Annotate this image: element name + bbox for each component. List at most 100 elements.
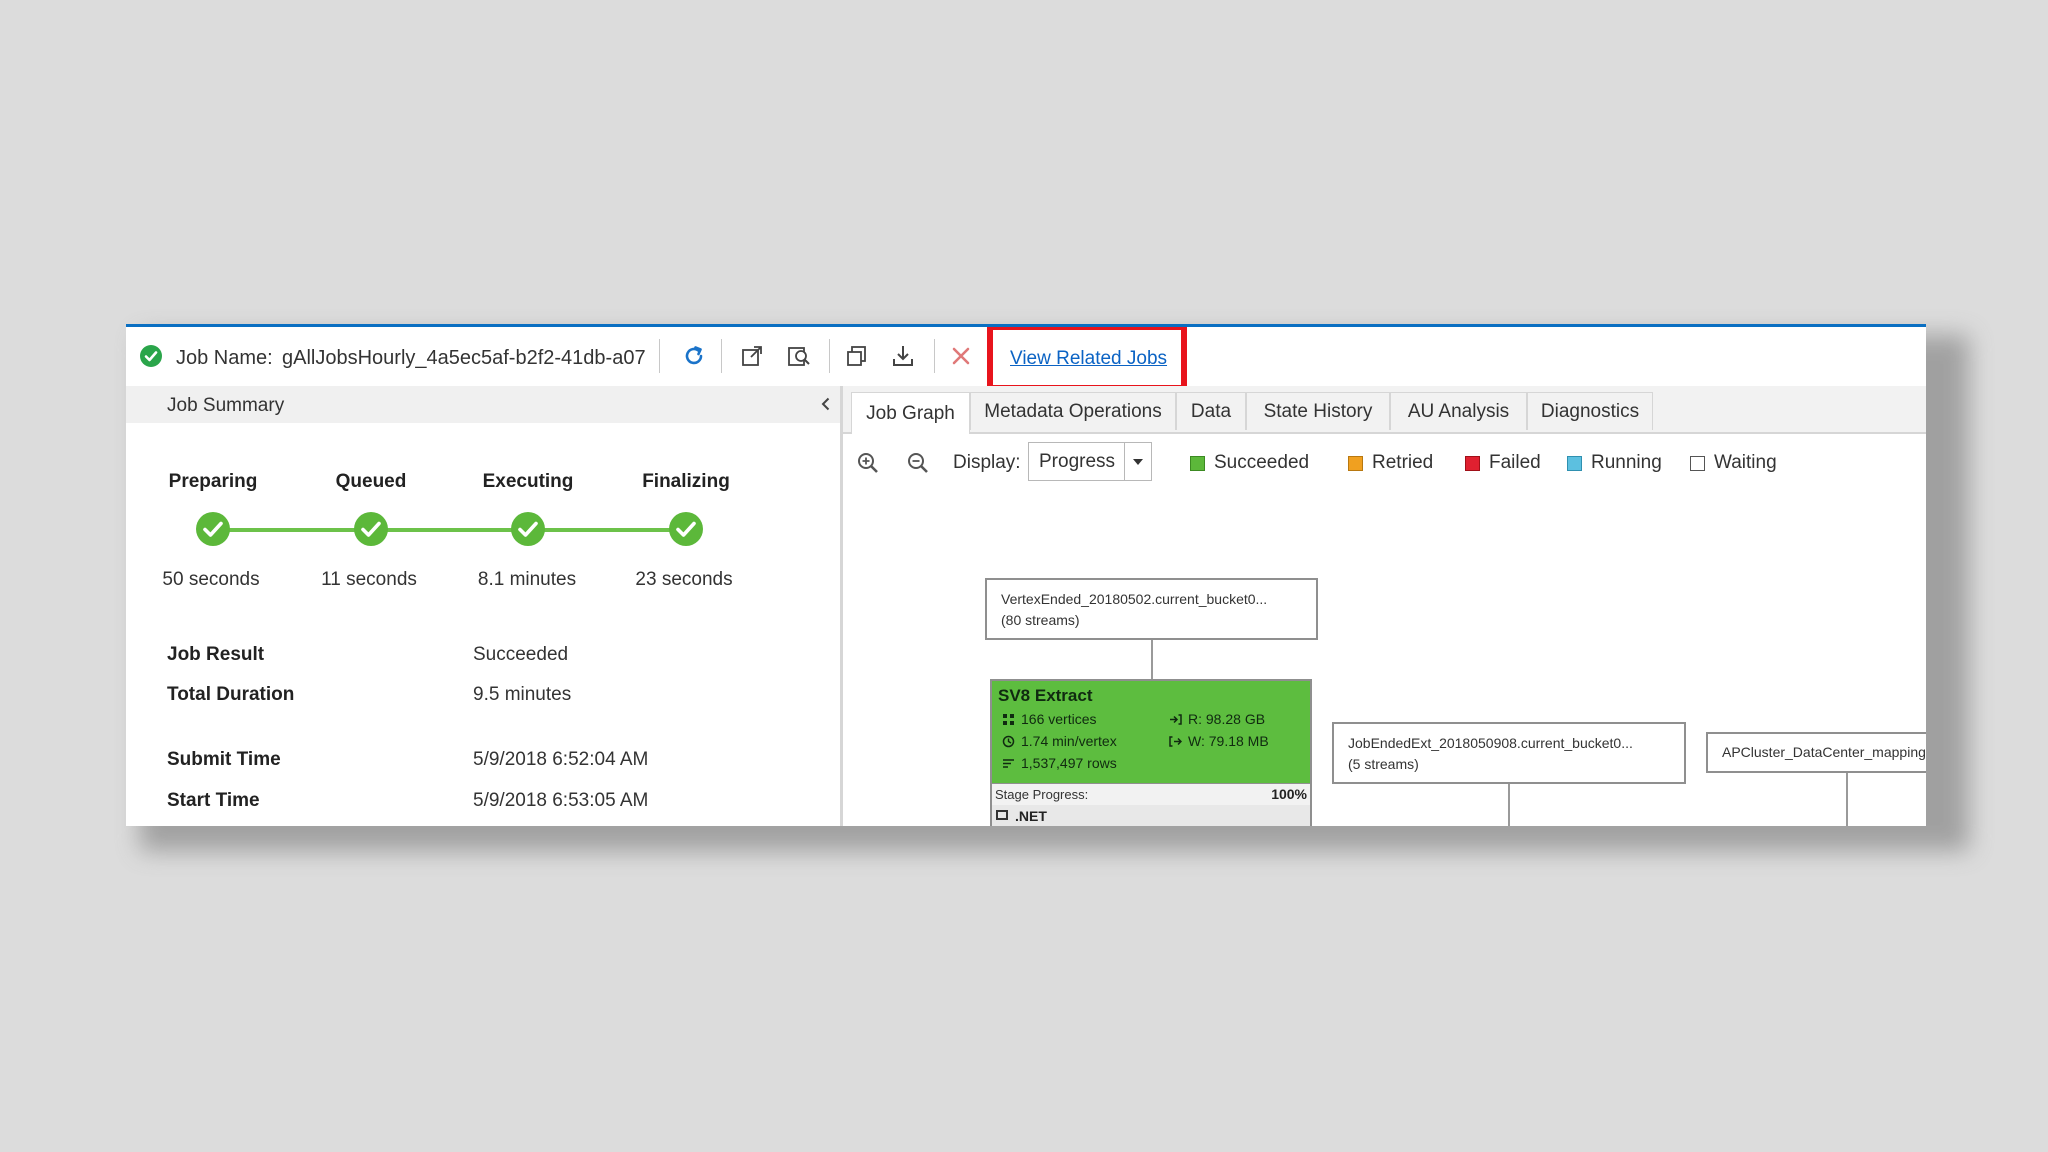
- stage-label-executing: Executing: [482, 471, 574, 492]
- stage-timeline-line: [214, 528, 688, 532]
- legend-succeeded: Succeeded: [1190, 451, 1309, 475]
- total-duration-value: 9.5 minutes: [473, 684, 572, 705]
- submit-time-value: 5/9/2018 6:52:04 AM: [473, 749, 649, 770]
- stage-time-executing: 8.1 minutes: [477, 569, 577, 590]
- tab-diagnostics[interactable]: Diagnostics: [1527, 392, 1653, 430]
- stage-node-sv8-extract[interactable]: SV8 Extract 166 vertices 1.74 min/vertex…: [990, 679, 1312, 826]
- stage-check-icon: [511, 512, 545, 546]
- legend-label-failed: Failed: [1489, 452, 1541, 473]
- output-stream-name: JobEndedExt_2018050908.current_bucket0..…: [1348, 735, 1633, 751]
- search-preview-icon[interactable]: [785, 342, 813, 370]
- job-detail-panel: Job Graph Metadata Operations Data State…: [843, 386, 1926, 826]
- toolbar-separator: [659, 339, 660, 373]
- stage-runtime-label: .NET: [1015, 808, 1047, 824]
- output-file-name: APCluster_DataCenter_mapping.tsv: [1722, 744, 1926, 760]
- stage-label-preparing: Preparing: [168, 471, 258, 492]
- job-toolbar: Job Name: gAllJobsHourly_4a5ec5af-b2f2-4…: [126, 327, 1926, 391]
- read-icon: [1170, 713, 1182, 725]
- stage-time-queued: 11 seconds: [321, 569, 417, 590]
- legend-failed: Failed: [1465, 451, 1541, 475]
- zoom-in-icon[interactable]: [855, 450, 881, 476]
- legend-running: Running: [1567, 451, 1662, 475]
- stage-progress-value: 100%: [1271, 786, 1307, 802]
- zoom-out-icon[interactable]: [905, 450, 931, 476]
- output-stream-node[interactable]: JobEndedExt_2018050908.current_bucket0..…: [1332, 722, 1686, 784]
- legend-label-succeeded: Succeeded: [1214, 452, 1310, 473]
- job-name-value: gAllJobsHourly_4a5ec5af-b2f2-41db-a07: [282, 347, 646, 369]
- write-icon: [1169, 735, 1182, 747]
- job-summary-panel: Job Summary Preparing Queued Executing F…: [126, 386, 843, 826]
- refresh-icon[interactable]: [680, 342, 708, 370]
- collapse-chevron-left-icon[interactable]: [816, 394, 836, 414]
- toolbar-separator: [721, 339, 722, 373]
- graph-edge: [1846, 773, 1848, 826]
- tab-bar: Job Graph Metadata Operations Data State…: [843, 386, 1926, 434]
- start-time-value: 5/9/2018 6:53:05 AM: [473, 790, 649, 811]
- legend-label-waiting: Waiting: [1714, 452, 1777, 473]
- input-stream-count: (80 streams): [1001, 612, 1080, 628]
- output-stream-count: (5 streams): [1348, 756, 1419, 772]
- tab-metadata-operations[interactable]: Metadata Operations: [970, 392, 1176, 430]
- stage-rows-stat: 1,537,497 rows: [1002, 755, 1117, 771]
- legend-swatch-failed: [1465, 455, 1480, 471]
- legend-swatch-succeeded: [1190, 455, 1205, 471]
- view-related-jobs-link[interactable]: View Related Jobs: [1010, 348, 1167, 370]
- job-view-window: Job Name: gAllJobsHourly_4a5ec5af-b2f2-4…: [126, 324, 1926, 826]
- display-mode-select[interactable]: Progress: [1028, 442, 1152, 481]
- stage-read-value: R: 98.28 GB: [1188, 711, 1266, 727]
- job-status-success-icon: [140, 345, 162, 367]
- output-file-node[interactable]: APCluster_DataCenter_mapping.tsv: [1706, 732, 1926, 773]
- rows-icon: [1003, 758, 1014, 768]
- legend-waiting: Waiting: [1690, 451, 1777, 475]
- download-icon[interactable]: [889, 342, 917, 370]
- window-icon: [996, 810, 1008, 820]
- tab-job-graph[interactable]: Job Graph: [851, 392, 970, 434]
- stage-node-title: SV8 Extract: [998, 686, 1093, 705]
- stage-write-value: W: 79.18 MB: [1188, 733, 1269, 749]
- job-summary-title: Job Summary: [167, 395, 285, 416]
- tab-data[interactable]: Data: [1176, 392, 1246, 430]
- cancel-icon[interactable]: [947, 342, 975, 370]
- submit-time-label: Submit Time: [167, 749, 281, 770]
- stage-label-finalizing: Finalizing: [642, 471, 730, 492]
- job-result-label: Job Result: [167, 644, 265, 665]
- vertices-icon: [1003, 713, 1014, 725]
- total-duration-label: Total Duration: [167, 684, 295, 705]
- stage-progress-label: Stage Progress:: [995, 787, 1089, 802]
- start-time-label: Start Time: [167, 790, 260, 811]
- graph-edge: [1508, 784, 1510, 826]
- stage-rows-value: 1,537,497 rows: [1021, 755, 1117, 771]
- stage-vertices-value: 166 vertices: [1021, 711, 1097, 727]
- stage-label-queued: Queued: [335, 471, 407, 492]
- display-mode-value: Progress: [1039, 451, 1116, 472]
- toolbar-separator: [934, 339, 935, 373]
- stage-check-icon: [196, 512, 230, 546]
- tab-state-history[interactable]: State History: [1246, 392, 1390, 430]
- dropdown-arrow-icon[interactable]: [1124, 443, 1151, 480]
- job-summary-header: Job Summary: [126, 386, 840, 423]
- input-stream-name: VertexEnded_20180502.current_bucket0...: [1001, 591, 1268, 607]
- tab-au-analysis[interactable]: AU Analysis: [1390, 392, 1527, 430]
- stage-time-preparing: 50 seconds: [162, 569, 260, 590]
- stage-time-stat: 1.74 min/vertex: [1002, 733, 1117, 749]
- stage-runtime-row: .NET: [992, 805, 1310, 826]
- stage-time-finalizing: 23 seconds: [635, 569, 733, 590]
- legend-label-retried: Retried: [1372, 452, 1434, 473]
- legend-swatch-running: [1567, 455, 1582, 471]
- stage-time-per-vertex-value: 1.74 min/vertex: [1021, 733, 1117, 749]
- toolbar-separator: [829, 339, 830, 373]
- input-stream-node[interactable]: VertexEnded_20180502.current_bucket0... …: [985, 578, 1318, 640]
- legend-swatch-waiting: [1690, 455, 1705, 471]
- display-label: Display:: [953, 452, 1021, 473]
- stage-check-icon: [354, 512, 388, 546]
- job-result-value: Succeeded: [473, 644, 569, 665]
- stage-check-icon: [669, 512, 703, 546]
- stage-vertices-stat: 166 vertices: [1002, 711, 1096, 727]
- clock-icon: [1002, 735, 1015, 747]
- stage-read-stat: R: 98.28 GB: [1169, 711, 1265, 727]
- job-name-label: Job Name:: [176, 347, 273, 369]
- graph-edge: [1151, 640, 1153, 679]
- legend-label-running: Running: [1591, 452, 1662, 473]
- open-external-icon[interactable]: [738, 342, 766, 370]
- copy-script-icon[interactable]: [843, 342, 871, 370]
